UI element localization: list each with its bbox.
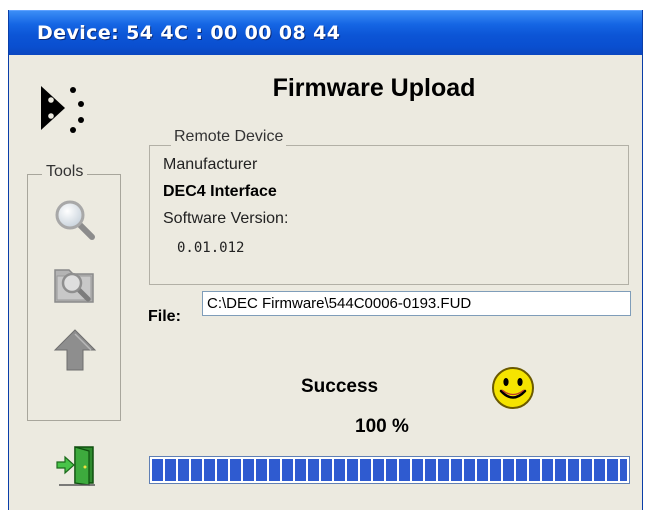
file-path-field[interactable]: C:\DEC Firmware\544C0006-0193.FUD bbox=[202, 291, 631, 316]
file-label: File: bbox=[148, 308, 181, 325]
window-title: Device: 54 4C : 00 00 08 44 bbox=[37, 22, 341, 44]
folder-search-icon[interactable] bbox=[51, 260, 99, 308]
upload-arrow-icon[interactable] bbox=[51, 326, 99, 374]
software-version-value: 0.01.012 bbox=[177, 240, 245, 256]
exit-door-icon[interactable] bbox=[55, 443, 99, 487]
page-title: Firmware Upload bbox=[272, 74, 476, 102]
remote-device-label: Remote Device bbox=[171, 128, 287, 146]
tools-label: Tools bbox=[42, 163, 88, 181]
progress-percent: 100 % bbox=[355, 416, 409, 437]
software-version-label: Software Version: bbox=[163, 210, 289, 227]
manufacturer-value: DEC4 Interface bbox=[163, 183, 277, 200]
status-text: Success bbox=[301, 376, 379, 397]
search-icon[interactable] bbox=[51, 196, 99, 244]
manufacturer-label: Manufacturer bbox=[163, 156, 258, 173]
dec-logo-icon bbox=[41, 86, 84, 133]
progress-bar bbox=[149, 456, 630, 484]
app-window: Device: 54 4C : 00 00 08 44 Firmware Upl… bbox=[8, 10, 643, 510]
title-bar[interactable]: Device: 54 4C : 00 00 08 44 bbox=[9, 10, 642, 55]
smiley-icon bbox=[492, 367, 534, 409]
progress-fill bbox=[152, 459, 627, 481]
